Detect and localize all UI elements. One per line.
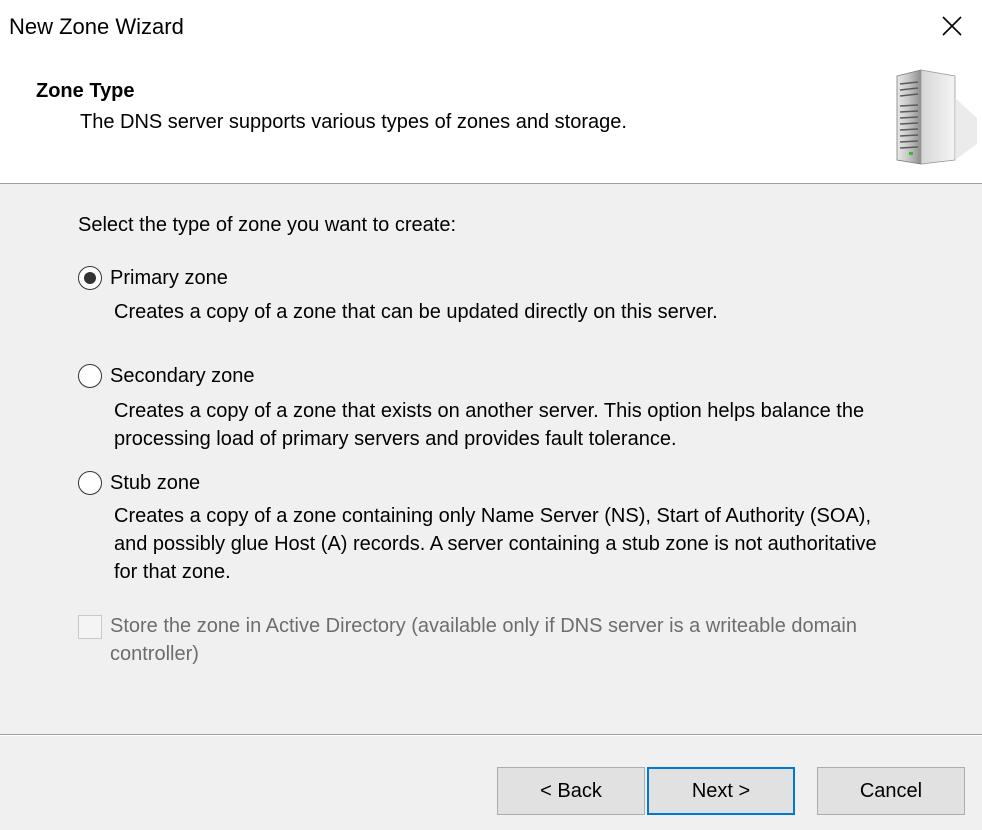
next-button[interactable]: Next > bbox=[647, 767, 795, 815]
page-subtitle: The DNS server supports various types of… bbox=[80, 111, 627, 133]
primary-zone-radio[interactable]: Primary zone bbox=[78, 266, 228, 290]
stub-zone-radio[interactable]: Stub zone bbox=[78, 471, 200, 495]
stub-zone-description: Creates a copy of a zone containing only… bbox=[114, 505, 877, 583]
primary-zone-description: Creates a copy of a zone that can be upd… bbox=[114, 301, 718, 323]
window-title: New Zone Wizard bbox=[9, 14, 184, 39]
cancel-button[interactable]: Cancel bbox=[817, 767, 965, 815]
close-icon bbox=[942, 16, 962, 36]
page-title: Zone Type bbox=[36, 80, 135, 102]
back-button[interactable]: < Back bbox=[497, 767, 645, 815]
secondary-zone-description: Creates a copy of a zone that exists on … bbox=[114, 400, 865, 450]
stub-zone-label: Stub zone bbox=[110, 471, 201, 494]
store-ad-checkbox[interactable] bbox=[78, 615, 102, 639]
primary-zone-label: Primary zone bbox=[110, 266, 228, 289]
wizard-header: Zone Type The DNS server supports variou… bbox=[0, 56, 982, 184]
radio-button[interactable] bbox=[78, 364, 102, 388]
store-ad-option[interactable]: Store the zone in Active Directory (avai… bbox=[78, 612, 910, 668]
wizard-body: Select the type of zone you want to crea… bbox=[0, 185, 982, 735]
zone-type-prompt: Select the type of zone you want to crea… bbox=[78, 214, 457, 236]
footer-divider bbox=[0, 734, 982, 736]
radio-button-selected[interactable] bbox=[78, 266, 102, 290]
title-bar: New Zone Wizard bbox=[0, 0, 982, 56]
secondary-zone-radio[interactable]: Secondary zone bbox=[78, 364, 255, 388]
close-button[interactable] bbox=[922, 0, 982, 52]
secondary-zone-label: Secondary zone bbox=[110, 364, 255, 387]
radio-button[interactable] bbox=[78, 471, 102, 495]
server-icon bbox=[896, 69, 977, 165]
store-ad-label: Store the zone in Active Directory (avai… bbox=[110, 615, 857, 665]
